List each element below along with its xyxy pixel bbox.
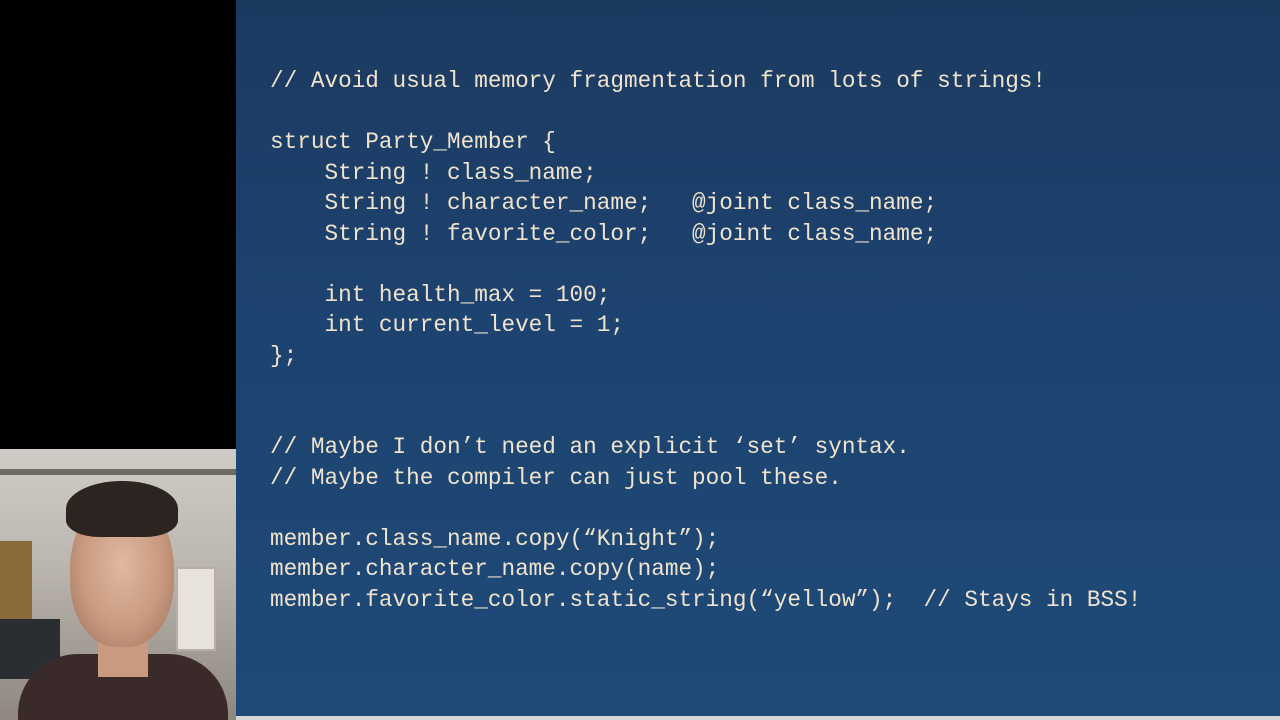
webcam-background-poster bbox=[176, 567, 216, 651]
code-line: int current_level = 1; bbox=[270, 312, 624, 338]
code-line: String ! favorite_color; @joint class_na… bbox=[270, 220, 938, 247]
code-line: String ! class_name; bbox=[270, 159, 597, 186]
code-line: }; bbox=[270, 342, 298, 369]
code-line: // Maybe I don’t need an explicit ‘set’ … bbox=[270, 434, 910, 460]
webcam-background-door bbox=[0, 541, 32, 621]
code-line: member.favorite_color.static_string(“yel… bbox=[270, 586, 1142, 613]
presenter-hair bbox=[66, 481, 178, 537]
code-line: struct Party_Member { bbox=[270, 129, 556, 155]
code-line: int health_max = 100; bbox=[270, 281, 611, 308]
code-line: member.class_name.copy(“Knight”); bbox=[270, 525, 720, 552]
code-line: member.character_name.copy(name); bbox=[270, 556, 720, 582]
code-block: // Avoid usual memory fragmentation from… bbox=[270, 66, 1141, 615]
code-line: // Avoid usual memory fragmentation from… bbox=[270, 68, 1047, 94]
code-line: // Maybe the compiler can just pool thes… bbox=[270, 464, 842, 491]
code-slide: // Avoid usual memory fragmentation from… bbox=[236, 0, 1280, 720]
webcam-background-shelf bbox=[0, 469, 236, 475]
video-frame: // Avoid usual memory fragmentation from… bbox=[0, 0, 1280, 720]
presenter-webcam bbox=[0, 449, 236, 720]
slide-bottom-edge bbox=[236, 716, 1280, 720]
code-line: String ! character_name; @joint class_na… bbox=[270, 190, 938, 216]
